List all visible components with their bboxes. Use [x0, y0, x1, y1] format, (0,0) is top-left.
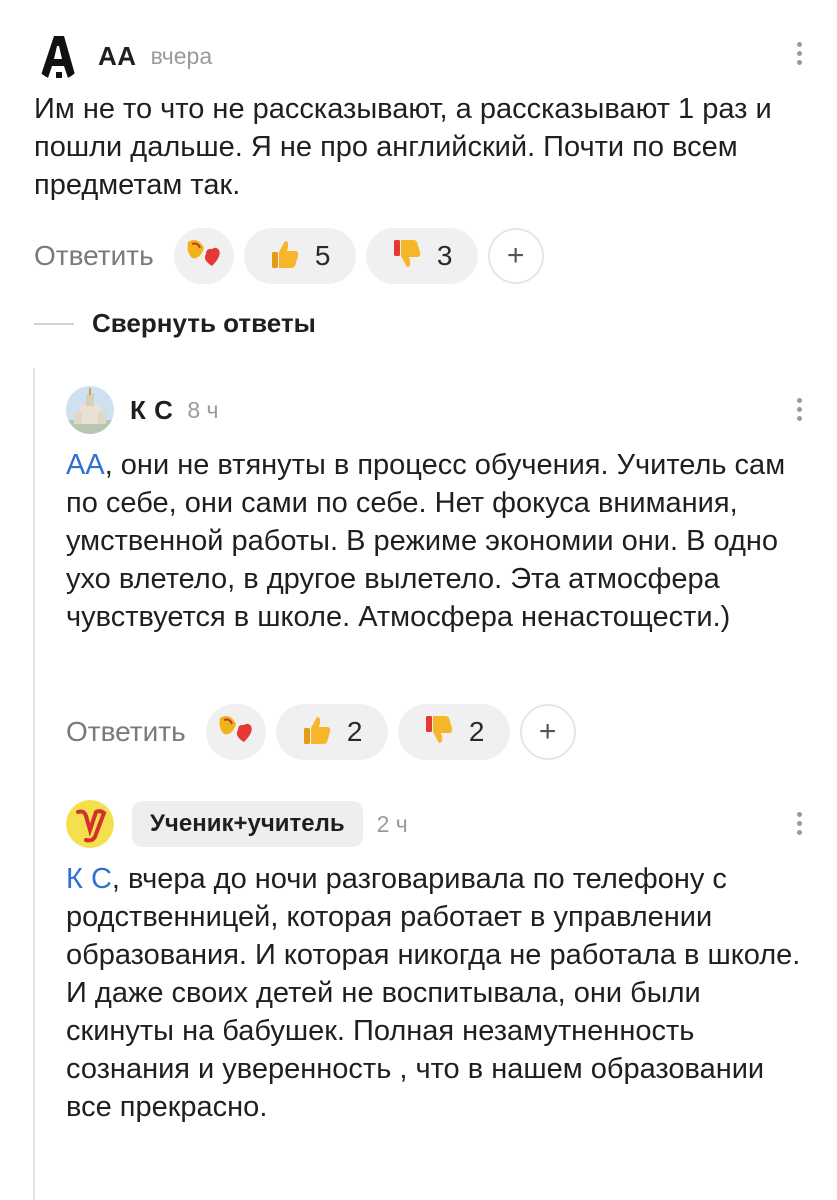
comment-time: 8 ч	[187, 396, 219, 423]
thumbs-down-icon	[391, 238, 423, 275]
comment-time: вчера	[150, 42, 213, 69]
comment-header: Ученик+учитель 2 ч	[66, 800, 408, 848]
collapse-replies-label: Свернуть ответы	[92, 308, 316, 338]
avatar[interactable]	[66, 800, 114, 848]
dislike-count: 3	[436, 240, 453, 271]
comment-text: Им не то что не рассказывают, а рассказы…	[34, 93, 772, 201]
like-count: 2	[346, 716, 363, 747]
comment-body: , они не втянуты в процесс обучения. Учи…	[66, 449, 786, 633]
heart-emoji-icon	[216, 712, 256, 753]
thread-line	[33, 368, 35, 1200]
collapse-divider	[34, 322, 74, 325]
kebab-menu-icon[interactable]	[795, 42, 803, 65]
thumbs-up-icon	[301, 714, 333, 751]
thumbs-up-icon	[269, 238, 301, 275]
reaction-emoji-button[interactable]	[173, 228, 234, 284]
thumbs-down-icon	[423, 714, 455, 751]
comment-text: АА, они не втянуты в процесс обучения. У…	[66, 446, 808, 636]
avatar[interactable]	[34, 32, 82, 80]
avatar[interactable]	[66, 386, 114, 434]
collapse-replies-button[interactable]: Свернуть ответы	[34, 308, 316, 339]
dislike-button[interactable]: 3	[365, 228, 478, 284]
author-name[interactable]: Ученик+учитель	[132, 801, 363, 847]
mention-link[interactable]: АА	[66, 449, 105, 481]
like-button[interactable]: 2	[275, 704, 388, 760]
reply-button[interactable]: Ответить	[34, 240, 154, 272]
reaction-emoji-button[interactable]	[205, 704, 266, 760]
like-button[interactable]: 5	[243, 228, 356, 284]
comment-header: АА вчера	[34, 32, 212, 80]
comment-header: К С 8 ч	[66, 386, 219, 434]
dislike-button[interactable]: 2	[397, 704, 510, 760]
author-name[interactable]: К С	[130, 395, 173, 426]
dislike-count: 2	[468, 716, 485, 747]
comment-time: 2 ч	[376, 810, 408, 837]
comment-body: , вчера до ночи разговаривала по телефон…	[66, 863, 801, 1123]
comment-actions: Ответить 2 2 +	[66, 704, 586, 760]
add-reaction-button[interactable]: +	[487, 228, 544, 284]
comment-text: К С, вчера до ночи разговаривала по теле…	[66, 860, 810, 1126]
kebab-menu-icon[interactable]	[795, 812, 803, 835]
comment-actions: Ответить 5 3 +	[34, 228, 554, 284]
mention-link[interactable]: К С	[66, 863, 112, 895]
author-name[interactable]: АА	[98, 41, 137, 72]
add-reaction-button[interactable]: +	[519, 704, 576, 760]
kebab-menu-icon[interactable]	[795, 398, 803, 421]
like-count: 5	[314, 240, 331, 271]
reply-button[interactable]: Ответить	[66, 716, 186, 748]
heart-emoji-icon	[184, 236, 224, 277]
